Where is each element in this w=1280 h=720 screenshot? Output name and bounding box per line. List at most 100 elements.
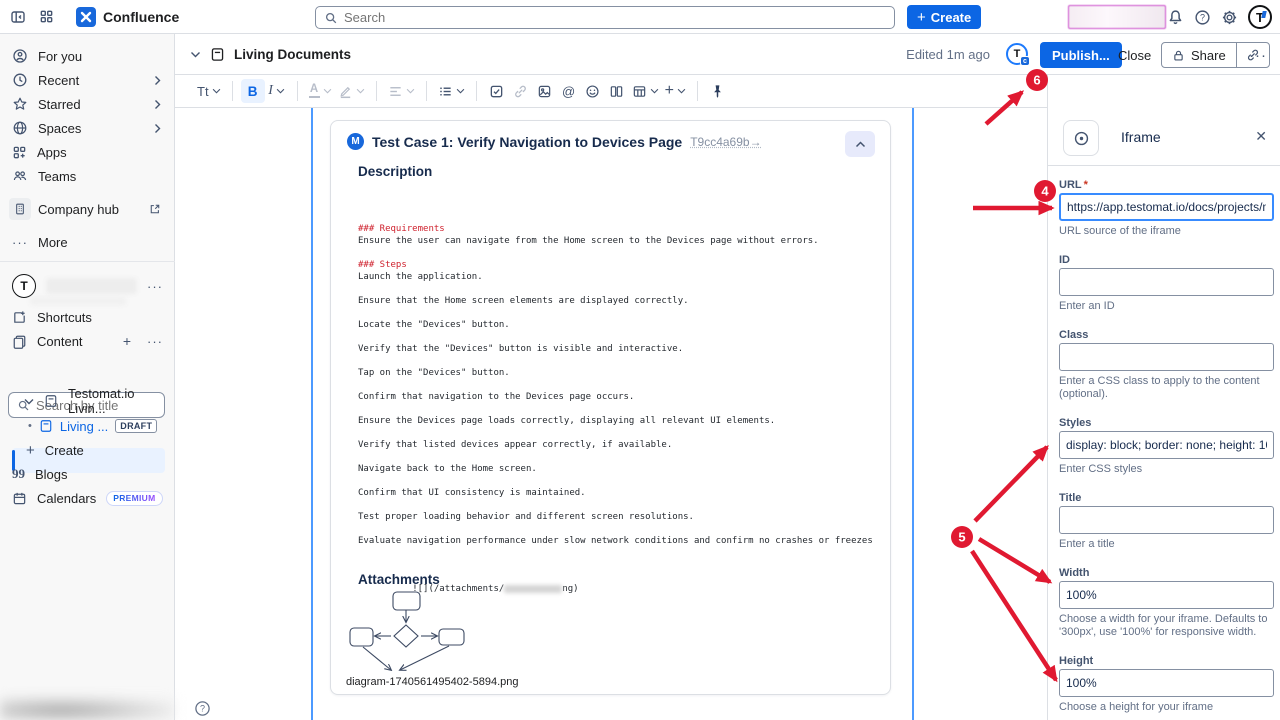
add-content-icon[interactable]: + xyxy=(123,333,131,349)
pin-toolbar-button[interactable] xyxy=(706,79,730,103)
sidebar-item-spaces[interactable]: Spaces xyxy=(0,116,175,140)
text-style-dropdown[interactable]: Tt xyxy=(194,79,224,103)
shortcuts-icon xyxy=(12,310,27,325)
blogs-quote-icon: 99 xyxy=(12,466,25,482)
premium-badge: PREMIUM xyxy=(106,491,162,506)
global-search[interactable] xyxy=(315,6,895,29)
content-more-icon[interactable]: ··· xyxy=(147,334,163,349)
attachment-filename: diagram-1740561495402-5894.png xyxy=(346,676,518,688)
collapse-macro-button[interactable] xyxy=(845,131,875,157)
code-line xyxy=(358,307,878,319)
chevron-right-icon xyxy=(154,99,161,110)
space-more-icon[interactable]: ··· xyxy=(147,279,163,294)
italic-dropdown[interactable]: I xyxy=(265,79,289,103)
notifications-bell-icon[interactable] xyxy=(1167,9,1184,26)
space-header[interactable]: T ··· xyxy=(0,273,175,299)
tree-item-current-page[interactable]: • Living ... DRAFT xyxy=(0,414,175,438)
svg-text:?: ? xyxy=(1200,12,1205,22)
close-panel-icon[interactable]: ✕ xyxy=(1255,128,1267,145)
sidebar-item-teams[interactable]: Teams xyxy=(0,164,175,188)
code-line: Confirm that navigation to the Devices p… xyxy=(358,391,878,403)
title-input[interactable] xyxy=(1059,506,1274,534)
more-actions-button[interactable]: ··· xyxy=(1245,42,1271,68)
sidebar-item-calendars[interactable]: Calendars PREMIUM xyxy=(0,486,175,510)
styles-input[interactable] xyxy=(1059,431,1274,459)
chevron-down-icon[interactable] xyxy=(24,398,34,405)
close-editor-button[interactable]: Close xyxy=(1110,42,1159,68)
sidebar-item-blogs[interactable]: 99 Blogs xyxy=(0,462,175,486)
field-class: Class Enter a CSS class to apply to the … xyxy=(1059,329,1274,401)
code-line: Verify that the "Devices" button is visi… xyxy=(358,343,878,355)
layouts-button[interactable] xyxy=(605,79,629,103)
url-input[interactable] xyxy=(1059,193,1274,221)
markdown-macro-icon: M xyxy=(347,133,364,150)
user-avatar[interactable]: T xyxy=(1248,5,1272,29)
tree-create-button[interactable]: + Create xyxy=(0,438,175,462)
help-icon[interactable]: ? xyxy=(1194,9,1211,26)
editor-help-icon[interactable]: ? xyxy=(194,700,211,717)
sidebar-item-starred[interactable]: Starred xyxy=(0,92,175,116)
panel-fields: URL* URL source of the iframe ID Enter a… xyxy=(1048,165,1280,720)
code-line xyxy=(358,427,878,439)
create-button[interactable]: + Create xyxy=(907,5,981,29)
sidebar-item-company-hub[interactable]: Company hub xyxy=(0,197,175,221)
search-input[interactable] xyxy=(344,10,886,25)
iframe-config-panel: Iframe ✕ URL* URL source of the iframe I… xyxy=(1047,75,1280,720)
editor-canvas[interactable]: M Test Case 1: Verify Navigation to Devi… xyxy=(175,108,1047,720)
redacted-sidebar-footer xyxy=(0,697,174,720)
id-input[interactable] xyxy=(1059,268,1274,296)
highlight-color-dropdown[interactable] xyxy=(335,79,368,103)
svg-text:?: ? xyxy=(200,704,205,714)
table-dropdown[interactable] xyxy=(629,79,662,103)
sidebar-item-for-you[interactable]: For you xyxy=(0,44,175,68)
code-line: Evaluate navigation performance under sl… xyxy=(358,535,878,547)
code-line: Ensure the Devices page loads correctly,… xyxy=(358,415,878,427)
settings-gear-icon[interactable] xyxy=(1221,9,1238,26)
brand-name: Confluence xyxy=(103,9,179,25)
emoji-button[interactable] xyxy=(581,79,605,103)
page-icon xyxy=(210,47,225,62)
insert-more-dropdown[interactable]: + xyxy=(662,79,689,103)
text-color-dropdown[interactable]: A xyxy=(306,79,335,103)
sidebar-item-content[interactable]: Content + ··· xyxy=(0,329,175,353)
app-switcher-icon[interactable] xyxy=(32,3,60,31)
markdown-macro-card[interactable]: M Test Case 1: Verify Navigation to Devi… xyxy=(330,120,891,695)
mention-button[interactable]: @ xyxy=(557,79,581,103)
chevron-down-icon[interactable] xyxy=(190,51,201,58)
list-dropdown[interactable] xyxy=(435,79,468,103)
class-input[interactable] xyxy=(1059,343,1274,371)
sidebar-item-recent[interactable]: Recent xyxy=(0,68,175,92)
divider xyxy=(476,81,477,101)
bold-button[interactable]: B xyxy=(241,79,265,103)
collapse-sidebar-icon[interactable] xyxy=(4,3,32,31)
sidebar-item-apps[interactable]: Apps xyxy=(0,140,175,164)
confluence-brand[interactable]: Confluence xyxy=(76,7,179,27)
sidebar-item-more[interactable]: ··· More xyxy=(0,230,175,254)
tree-item-parent-page[interactable]: Testomat.io Livin... xyxy=(0,389,175,413)
insert-image-button[interactable] xyxy=(533,79,557,103)
redacted-space-name xyxy=(46,278,137,294)
building-icon xyxy=(9,198,31,220)
width-input[interactable] xyxy=(1059,581,1274,609)
sidebar-item-shortcuts[interactable]: Shortcuts xyxy=(0,305,175,329)
collaborator-avatar[interactable]: T c xyxy=(1006,43,1028,65)
code-line: Locate the "Devices" button. xyxy=(358,319,878,331)
iframe-macro-icon-button[interactable] xyxy=(1063,120,1099,156)
confluence-logo-icon xyxy=(76,7,96,27)
share-button[interactable]: Share xyxy=(1162,43,1236,67)
test-case-id-link[interactable]: T9cc4a69b→ xyxy=(690,135,761,149)
teams-people-icon xyxy=(12,168,28,184)
breadcrumb-page-title[interactable]: Living Documents xyxy=(234,47,351,62)
flowchart-diagram-image[interactable] xyxy=(345,589,470,675)
code-line xyxy=(358,547,878,559)
attachments-heading: Attachments xyxy=(358,572,440,587)
insert-link-button[interactable] xyxy=(509,79,533,103)
code-line xyxy=(358,559,878,571)
editor-toolbar: Tt B I A xyxy=(175,75,1047,108)
alignment-dropdown[interactable] xyxy=(385,79,418,103)
code-line: Confirm that UI consistency is maintaine… xyxy=(358,487,878,499)
height-input[interactable] xyxy=(1059,669,1274,697)
task-checkbox-button[interactable] xyxy=(485,79,509,103)
code-line xyxy=(358,283,878,295)
redacted-space-subtitle xyxy=(30,297,126,305)
